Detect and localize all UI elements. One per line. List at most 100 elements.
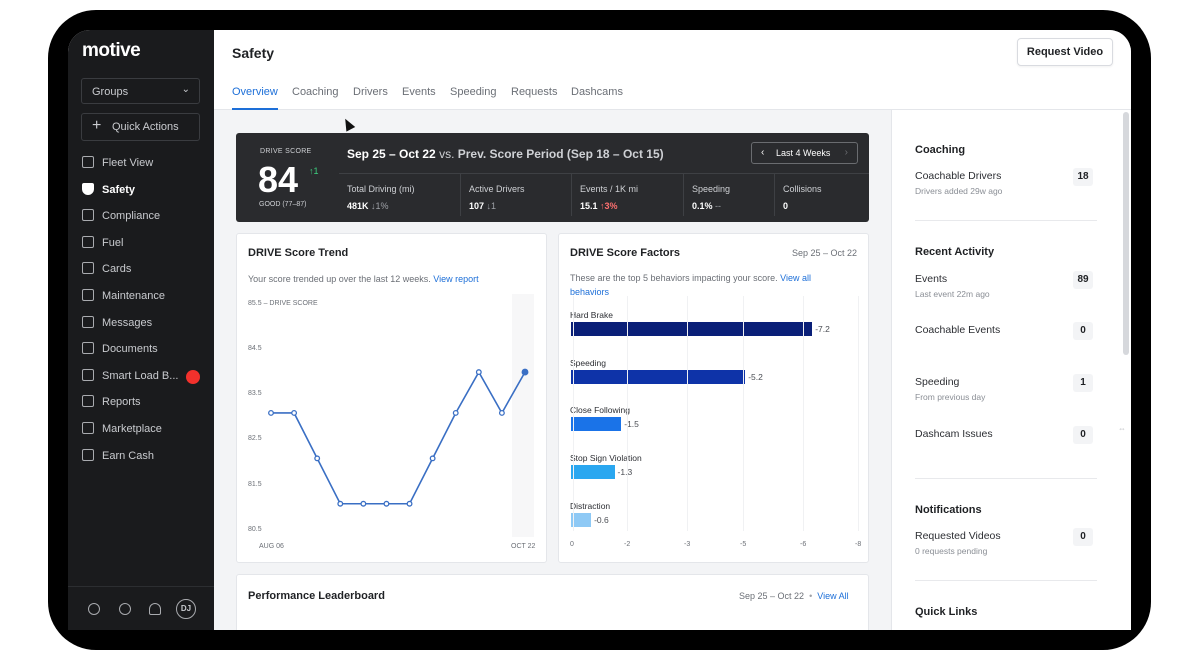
coachable-drivers-sub: Drivers added 29w ago xyxy=(915,186,1003,196)
tab-events[interactable]: Events xyxy=(402,86,436,110)
sidebar-item-label: Smart Load B... xyxy=(102,369,179,382)
sidebar-item-label: Earn Cash xyxy=(102,449,154,462)
speeding-label[interactable]: Speeding xyxy=(915,376,959,388)
trend-point[interactable] xyxy=(314,455,321,462)
tab-dashcams[interactable]: Dashcams xyxy=(571,86,623,110)
trend-point[interactable] xyxy=(268,410,274,416)
metric-value: 0 xyxy=(783,201,822,211)
trend-point[interactable] xyxy=(475,369,482,376)
sidebar-item-reports[interactable]: Reports xyxy=(68,389,214,416)
tab-overview[interactable]: Overview xyxy=(232,86,278,110)
divider xyxy=(915,478,1097,479)
chevron-left-icon[interactable]: ‹ xyxy=(761,147,764,158)
factor-bar[interactable] xyxy=(571,465,615,479)
sidebar-item-cards[interactable]: Cards xyxy=(68,256,214,283)
trend-line-chart xyxy=(268,368,529,507)
wrench-icon xyxy=(82,288,94,301)
bell-icon[interactable] xyxy=(149,603,161,615)
date-range-selector[interactable]: ‹ Last 4 Weeks › xyxy=(751,142,858,164)
trend-point[interactable] xyxy=(406,500,413,507)
groups-select[interactable]: Groups ⌄ xyxy=(81,78,200,104)
gridline xyxy=(743,296,744,531)
dashcam-issues-count: 0 xyxy=(1073,426,1093,444)
sidebar-item-smart-load-b[interactable]: Smart Load B... xyxy=(68,363,214,390)
events-sub: Last event 22m ago xyxy=(915,289,990,299)
card-date: Sep 25 – Oct 22 xyxy=(791,248,857,258)
sidebar-item-safety[interactable]: Safety xyxy=(68,177,214,204)
drive-score-bar: DRIVE SCORE 84 ↑1 GOOD (77–87) Sep 25 – … xyxy=(236,133,869,222)
sidebar-item-documents[interactable]: Documents xyxy=(68,336,214,363)
metric-events-1k-mi: Events / 1K mi 15.1 ↑3% xyxy=(571,174,638,216)
trend-point[interactable] xyxy=(498,410,505,416)
message-icon xyxy=(82,315,94,328)
leaderboard-date: Sep 25 – Oct 22 xyxy=(739,591,805,601)
tab-speeding[interactable]: Speeding xyxy=(450,86,497,110)
metric-value: 107 ↓1 xyxy=(469,201,525,211)
tab-coaching[interactable]: Coaching xyxy=(292,86,338,110)
trend-point[interactable] xyxy=(337,500,344,507)
sidebar-item-earn-cash[interactable]: Earn Cash xyxy=(68,443,214,470)
view-all-link[interactable]: View All xyxy=(817,591,848,601)
tab-drivers[interactable]: Drivers xyxy=(353,86,388,110)
score-period-heading: Sep 25 – Oct 22 vs. Prev. Score Period (… xyxy=(347,147,664,161)
quick-actions-button[interactable]: + Quick Actions xyxy=(81,113,200,141)
x-axis-end: OCT 22 xyxy=(511,543,536,550)
tab-requests[interactable]: Requests xyxy=(511,86,557,110)
trend-point[interactable] xyxy=(291,410,298,416)
sidebar-item-label: Maintenance xyxy=(102,289,165,302)
sidebar-item-compliance[interactable]: Compliance xyxy=(68,203,214,230)
user-icon[interactable] xyxy=(88,603,100,615)
sidebar-item-maintenance[interactable]: Maintenance xyxy=(68,283,214,310)
factor-label: Distraction xyxy=(570,501,611,511)
trend-point[interactable] xyxy=(360,500,367,507)
chevron-right-icon[interactable]: › xyxy=(845,147,848,158)
drive-score-value: 84 xyxy=(258,159,299,200)
metric-delta: -- xyxy=(715,201,722,211)
card-title: DRIVE Score Factors xyxy=(570,247,681,259)
sidebar-item-messages[interactable]: Messages xyxy=(68,310,214,337)
chevron-down-icon: ⌄ xyxy=(181,84,190,95)
x-tick-label: -3 xyxy=(684,541,691,548)
sidebar-item-marketplace[interactable]: Marketplace xyxy=(68,416,214,443)
card-title: Performance Leaderboard xyxy=(248,590,385,602)
plus-icon: + xyxy=(92,117,102,134)
speeding-count: 1 xyxy=(1073,374,1093,392)
right-panel: ⇔ Coaching Coachable Drivers Drivers add… xyxy=(891,110,1131,630)
dashcam-issues-label[interactable]: Dashcam Issues xyxy=(915,428,993,440)
requested-videos-label[interactable]: Requested Videos xyxy=(915,530,1001,542)
factor-bar[interactable] xyxy=(571,322,813,336)
help-icon[interactable] xyxy=(119,603,131,615)
request-video-button[interactable]: Request Video xyxy=(1017,38,1113,66)
trend-point[interactable] xyxy=(452,410,459,416)
trend-point[interactable] xyxy=(429,455,436,462)
sidebar-item-fuel[interactable]: Fuel xyxy=(68,230,214,257)
sidebar-item-fleet-view[interactable]: Fleet View xyxy=(68,150,214,177)
sidebar-item-label: Fleet View xyxy=(102,157,154,169)
coachable-drivers-label[interactable]: Coachable Drivers xyxy=(915,170,1001,182)
metric-label: Active Drivers xyxy=(469,184,525,194)
scrollbar[interactable] xyxy=(1123,112,1129,355)
metric-number: 15.1 xyxy=(580,201,598,211)
factor-bar[interactable] xyxy=(571,513,592,527)
trend-point[interactable] xyxy=(383,500,390,507)
fuel-icon xyxy=(82,235,94,248)
factor-bar[interactable] xyxy=(571,417,622,431)
collapse-icon[interactable]: ⇔ xyxy=(1118,424,1126,433)
document-icon xyxy=(82,209,94,222)
coachable-events-label[interactable]: Coachable Events xyxy=(915,324,1000,336)
x-tick-label: -5 xyxy=(740,541,747,548)
prev-period: Prev. Score Period (Sep 18 – Oct 15) xyxy=(457,147,664,161)
factor-bar[interactable] xyxy=(571,370,746,384)
sidebar-item-label: Fuel xyxy=(102,236,124,249)
events-label[interactable]: Events xyxy=(915,273,947,285)
avatar[interactable]: DJ xyxy=(176,599,196,619)
factors-subtitle-text: These are the top 5 behaviors impacting … xyxy=(570,273,778,283)
trend-point[interactable] xyxy=(521,368,529,376)
page-header: Safety Request Video Overview Coaching Dri… xyxy=(214,30,1131,110)
divider xyxy=(915,220,1097,221)
gridline xyxy=(858,296,859,531)
factor-value: -0.6 xyxy=(594,515,609,525)
card-date: Sep 25 – Oct 22 • View All xyxy=(739,591,849,601)
sidebar-item-label: Marketplace xyxy=(102,422,162,435)
metric-label: Total Driving (mi) xyxy=(347,184,415,194)
